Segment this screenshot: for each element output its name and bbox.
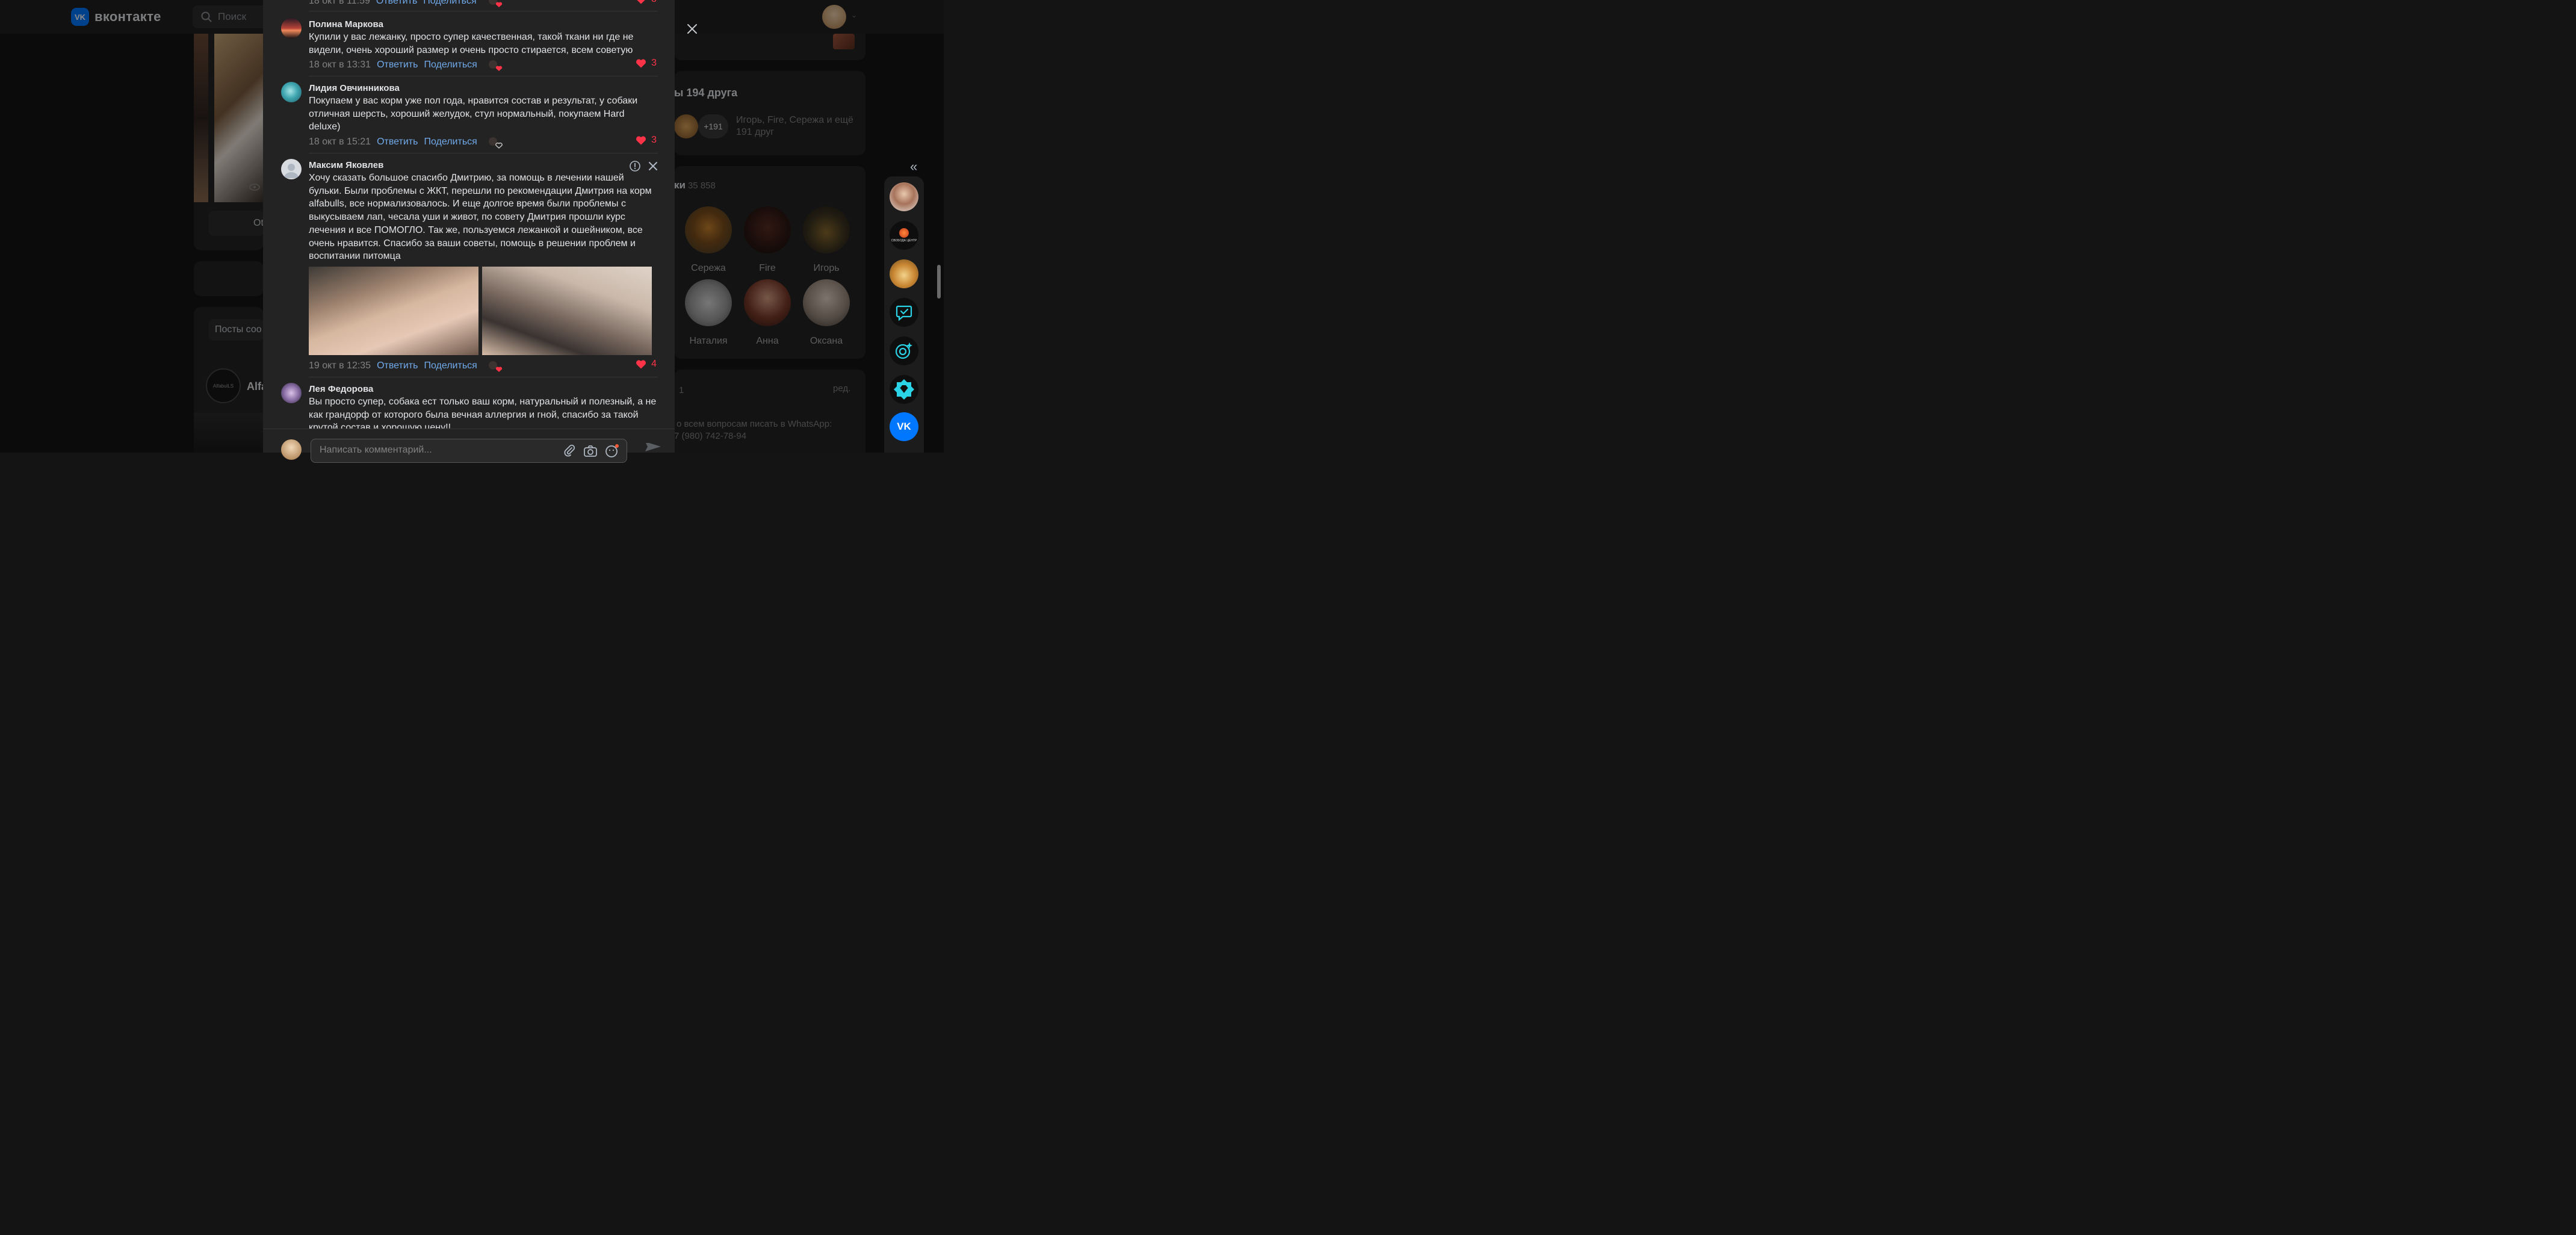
liked-by-icon[interactable] [487, 136, 505, 149]
liked-by-icon[interactable] [487, 0, 505, 8]
like-button[interactable]: 3 [636, 0, 657, 5]
vk-logo-icon[interactable]: VK [890, 412, 918, 441]
reply-link[interactable]: Ответить [376, 0, 417, 7]
comment-date[interactable]: 19 окт в 12:35 [309, 361, 371, 371]
comment-text: Купили у вас лежанку, просто супер качес… [309, 32, 634, 55]
comment: Полина Маркова Купили у вас лежанку, про… [263, 18, 675, 78]
comments-modal: 18 окт в 11:59 Ответить Поделиться 3 Пол… [263, 0, 675, 453]
paw-photo-1[interactable] [309, 267, 478, 355]
comment-author[interactable]: Лея Федорова [309, 384, 373, 394]
heart-icon [636, 136, 646, 145]
my-avatar [281, 439, 302, 460]
svoboda-mark-icon [899, 228, 909, 238]
share-link[interactable]: Поделиться [424, 137, 477, 147]
comment-photos [309, 267, 652, 355]
like-button[interactable]: 3 [636, 135, 657, 146]
like-button[interactable]: 4 [636, 359, 657, 370]
reply-link[interactable]: Ответить [377, 60, 418, 70]
heart-icon [636, 59, 646, 68]
diamond-icon[interactable] [890, 375, 918, 404]
comment-avatar[interactable] [281, 82, 302, 102]
default-avatar-icon[interactable] [281, 159, 302, 179]
svoboda-label: СВОБОДА ЦЕНТР [891, 239, 917, 243]
comment: Лидия Овчинникова Покупаем у вас корм уж… [263, 82, 675, 154]
camera-icon[interactable] [583, 444, 598, 457]
comment-avatar[interactable] [281, 383, 302, 403]
collapse-rail-icon[interactable]: « [910, 159, 917, 175]
reply-link[interactable]: Ответить [377, 361, 418, 371]
comment-date[interactable]: 18 окт в 11:59 [309, 0, 370, 7]
comment: 18 окт в 11:59 Ответить Поделиться 3 [263, 0, 675, 12]
chat-check-icon[interactable] [890, 298, 918, 327]
share-link[interactable]: Поделиться [423, 0, 476, 7]
share-link[interactable]: Поделиться [424, 60, 477, 70]
reply-link[interactable]: Ответить [377, 137, 418, 147]
close-icon[interactable] [647, 160, 659, 172]
share-link[interactable]: Поделиться [424, 361, 477, 371]
svoboda-centre-icon[interactable]: СВОБОДА ЦЕНТР [890, 221, 918, 250]
like-button[interactable]: 3 [636, 58, 657, 69]
shortcut-rail: СВОБОДА ЦЕНТР VK [884, 176, 924, 453]
comment-date[interactable]: 18 окт в 15:21 [309, 137, 371, 147]
attach-icon[interactable] [563, 444, 576, 457]
like-count: 3 [651, 58, 657, 68]
heart-icon [637, 0, 645, 4]
comment-date[interactable]: 18 окт в 13:31 [309, 60, 371, 70]
target-sparkle-icon[interactable] [890, 336, 918, 365]
report-icon[interactable] [629, 160, 641, 172]
shiba-avatar-icon[interactable] [890, 259, 918, 288]
comment-avatar[interactable] [281, 18, 302, 39]
heart-icon [636, 360, 646, 369]
comment-text: Хочу сказать большое спасибо Дмитрию, за… [309, 173, 652, 262]
like-count: 3 [651, 135, 657, 145]
emoji-icon[interactable] [605, 444, 619, 457]
user-avatar-icon[interactable] [890, 182, 918, 211]
comment-author[interactable]: Максим Яковлев [309, 160, 383, 170]
close-icon [687, 24, 697, 34]
composer-tools [563, 444, 619, 457]
comment-author[interactable]: Полина Маркова [309, 19, 383, 29]
like-count: 3 [651, 0, 657, 5]
liked-by-icon[interactable] [487, 59, 505, 72]
comment-author[interactable]: Лидия Овчинникова [309, 83, 400, 93]
page-scrollbar[interactable] [937, 265, 941, 299]
paw-photo-2[interactable] [482, 267, 652, 355]
close-modal-button[interactable] [684, 20, 701, 37]
comment-text: Покупаем у вас корм уже пол года, нравит… [309, 96, 638, 132]
liked-by-icon[interactable] [487, 360, 505, 373]
send-icon[interactable] [644, 442, 662, 456]
like-count: 4 [651, 359, 657, 369]
